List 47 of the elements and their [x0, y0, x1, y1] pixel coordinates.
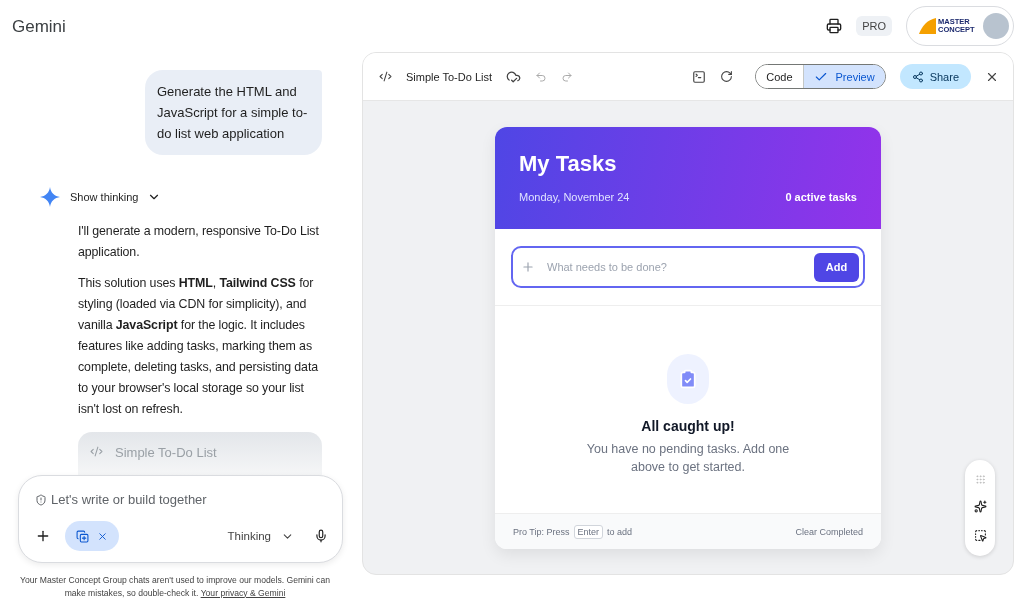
- code-icon: [90, 445, 103, 458]
- clear-completed-button[interactable]: Clear Completed: [795, 526, 863, 537]
- empty-message: You have no pending tasks. Add one above to get started.: [585, 441, 791, 476]
- grip-icon[interactable]: [974, 473, 986, 485]
- view-tab[interactable]: Preview: [802, 65, 885, 88]
- mode-dropdown[interactable]: Thinking: [221, 528, 300, 544]
- close-icon[interactable]: [97, 530, 108, 542]
- date-text: Monday, November 24: [519, 191, 630, 203]
- printer-icon[interactable]: [826, 18, 843, 34]
- response-paragraph: This solution uses HTML, Tailwind CSS for styling (loaded via CDN for simplicity), and vanilla JavaScript for the logic. It includes features like adding tasks, marking them as complete, deleting tasks, and persisting data to your browser's local storage so your list isn't lost on refresh.: [78, 275, 320, 418]
- add-button[interactable]: [35, 528, 51, 544]
- canvas-icon: [76, 529, 89, 543]
- share-icon: [911, 70, 924, 83]
- active-count: 0 active tasks: [785, 191, 857, 203]
- composer-placeholder: Let's write or build together: [51, 492, 207, 507]
- todo-heading: My Tasks: [519, 151, 618, 177]
- app-title: Gemini: [11, 16, 67, 38]
- refresh-icon[interactable]: [720, 70, 734, 83]
- logo-icon: [919, 18, 937, 34]
- canvas-chip[interactable]: [65, 521, 119, 551]
- privacy-link[interactable]: Your privacy & Gemini: [200, 587, 286, 598]
- add-task-button[interactable]: Add: [814, 252, 859, 282]
- code-icon: [379, 70, 392, 83]
- plus-icon: [35, 528, 51, 544]
- key-label: Enter: [573, 524, 604, 539]
- terminal-icon[interactable]: [692, 69, 707, 84]
- empty-title: All caught up!: [641, 418, 735, 434]
- chat-composer[interactable]: Let's write or build together Thinking: [18, 475, 343, 563]
- user-message: Generate the HTML and JavaScript for a simple to-do list web application: [145, 70, 322, 155]
- pro-badge: PRO: [856, 16, 892, 36]
- select-icon[interactable]: [973, 529, 987, 543]
- cloud-check-icon[interactable]: [506, 69, 521, 84]
- shield-icon: [35, 493, 47, 506]
- plus-icon: [521, 260, 535, 274]
- tip-text: Pro Tip: Press: [513, 526, 570, 537]
- share-button[interactable]: Share: [899, 64, 971, 89]
- sparkle-icon: [40, 187, 60, 207]
- clipboard-check-icon: [667, 354, 709, 404]
- show-thinking-button[interactable]: Show thinking: [70, 190, 161, 204]
- avatar: [983, 13, 1009, 39]
- task-input-field[interactable]: What needs to be done? Add: [511, 246, 865, 288]
- response-paragraph: I'll generate a modern, responsive To-Do List application.: [78, 223, 320, 261]
- canvas-title: Simple To-Do List: [406, 70, 492, 83]
- microphone-icon[interactable]: [314, 529, 328, 543]
- tip-text: to add: [607, 526, 633, 537]
- sparkles-icon[interactable]: [973, 500, 987, 514]
- disclaimer-text: Your Master Concept Group chats aren't used to improve our models. Gemini can make mistakes, so double-check it. Your privacy & Gemini: [19, 574, 331, 599]
